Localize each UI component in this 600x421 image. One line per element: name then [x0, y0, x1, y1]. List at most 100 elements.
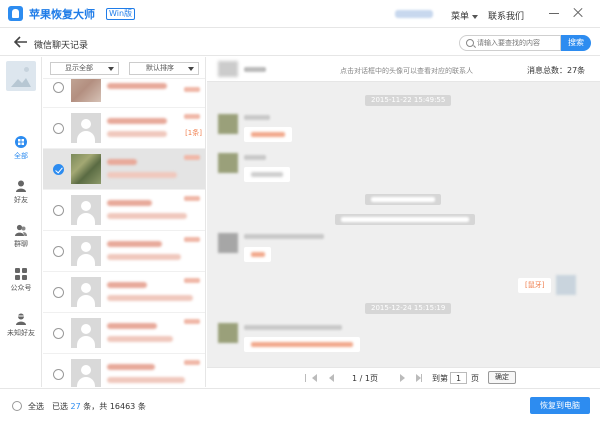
contact-row[interactable] [43, 190, 205, 231]
page-info: 1 / 1页 [352, 374, 378, 383]
row-radio[interactable] [53, 82, 64, 93]
message-avatar[interactable] [218, 153, 238, 173]
goto-confirm-button[interactable]: 确定 [488, 371, 516, 384]
app-logo-icon [8, 6, 23, 21]
filter-select-label: 显示全部 [65, 64, 93, 72]
contact-name [107, 118, 167, 124]
nav-item-all[interactable]: 全部 [0, 136, 42, 172]
row-radio[interactable] [53, 328, 64, 339]
chat-header: 点击对话框中的头像可以查看对应的联系人 消息总数：27条 [207, 57, 600, 82]
caret-down-icon [472, 14, 479, 19]
nav-label: 全部 [14, 152, 28, 160]
contact-row[interactable] [43, 149, 205, 190]
contact-name [107, 241, 162, 247]
contact-row[interactable] [43, 313, 205, 354]
contact-row[interactable]: [1条] [43, 108, 205, 149]
message-text [251, 252, 265, 257]
nav-label: 未知好友 [7, 329, 35, 337]
sub-header: 微信聊天记录 搜索 [0, 29, 600, 56]
contact-time [184, 319, 200, 324]
timestamp-chip: 2015-12-24 15:15:19 [365, 303, 452, 314]
nav-item-friends[interactable]: 好友 [0, 180, 42, 216]
next-page-icon[interactable] [400, 374, 405, 382]
contact-name [107, 159, 137, 165]
apps-icon [15, 268, 27, 280]
dropdown-arrow-icon [188, 67, 194, 71]
contact-avatar [71, 113, 101, 143]
sender-name [244, 155, 266, 160]
message-avatar[interactable] [218, 323, 238, 343]
page-unit-label: 页 [471, 374, 479, 383]
message-bubble [244, 127, 292, 142]
search-box [459, 35, 561, 51]
row-radio[interactable] [53, 246, 64, 257]
search-icon [466, 39, 474, 47]
contact-last-message [107, 172, 177, 178]
nav-item-official-accounts[interactable]: 公众号 [0, 268, 42, 304]
last-page-icon[interactable] [416, 374, 422, 382]
device-avatar [6, 61, 36, 91]
contact-time [184, 155, 200, 160]
row-radio[interactable] [53, 164, 64, 175]
close-button[interactable] [572, 7, 584, 19]
row-radio[interactable] [53, 287, 64, 298]
prev-page-icon[interactable] [329, 374, 334, 382]
row-radio[interactable] [53, 205, 64, 216]
filter-select[interactable]: 显示全部 [50, 62, 119, 75]
edition-badge: Win版 [106, 8, 136, 20]
menu-label: 菜单 [451, 12, 470, 22]
contact-last-message [107, 213, 187, 219]
restore-to-computer-button[interactable]: 恢复到电脑 [530, 397, 590, 414]
sender-name [244, 115, 270, 120]
app-title: 苹果恢复大师 [29, 8, 95, 21]
nav-label: 公众号 [10, 284, 32, 292]
page-title: 微信聊天记录 [34, 41, 89, 51]
contact-last-message [107, 336, 173, 342]
contact-row[interactable] [43, 354, 205, 387]
search-input[interactable] [477, 37, 559, 49]
sort-select[interactable]: 默认排序 [129, 62, 199, 75]
page-number-input[interactable] [450, 372, 467, 384]
pagination: 1 / 1页 到第 页 确定 [207, 367, 600, 387]
user-account[interactable] [395, 10, 433, 18]
select-all-label[interactable]: 全选 [28, 401, 44, 412]
search-button[interactable]: 搜索 [561, 35, 591, 51]
chat-panel: 点击对话框中的头像可以查看对应的联系人 消息总数：27条 2015-11-22 … [207, 57, 600, 367]
contact-name [107, 364, 155, 370]
chat-contact-avatar[interactable] [218, 61, 238, 77]
contact-last-message [107, 131, 167, 137]
message-total: 消息总数：27条 [527, 66, 586, 75]
outgoing-message-bubble: [鼠牙] [518, 278, 552, 293]
message-avatar[interactable] [218, 114, 238, 134]
contact-avatar [71, 195, 101, 225]
first-page-icon[interactable] [305, 374, 317, 382]
my-avatar[interactable] [556, 275, 576, 295]
contact-last-message [107, 254, 181, 260]
row-radio[interactable] [53, 369, 64, 380]
message-text [251, 132, 285, 137]
contact-time [184, 114, 200, 119]
minimize-button[interactable] [548, 7, 560, 19]
nav-item-unknown-friends[interactable]: 未知好友 [0, 313, 42, 349]
select-all-radio[interactable] [12, 401, 22, 411]
chat-hint: 点击对话框中的头像可以查看对应的联系人 [340, 67, 473, 75]
contact-avatar [71, 277, 101, 307]
unknown-person-icon [16, 313, 26, 325]
contact-avatar [71, 359, 101, 387]
row-radio[interactable] [53, 123, 64, 134]
back-arrow-icon[interactable] [14, 36, 28, 48]
dropdown-arrow-icon [108, 67, 114, 71]
person-icon [16, 180, 26, 192]
message-avatar[interactable] [218, 233, 238, 253]
nav-label: 好友 [14, 196, 28, 204]
selected-suffix: 条，共 16463 条 [83, 402, 146, 411]
main-menu-button[interactable]: 菜单 [451, 9, 479, 22]
contact-name [107, 83, 167, 89]
chat-contact-name [244, 67, 266, 72]
nav-item-groups[interactable]: 群聊 [0, 224, 42, 260]
contact-row[interactable] [43, 272, 205, 313]
contact-us-link[interactable]: 联系我们 [488, 9, 524, 22]
contact-avatar [71, 318, 101, 348]
contact-row[interactable] [43, 231, 205, 272]
contact-avatar [71, 154, 101, 184]
